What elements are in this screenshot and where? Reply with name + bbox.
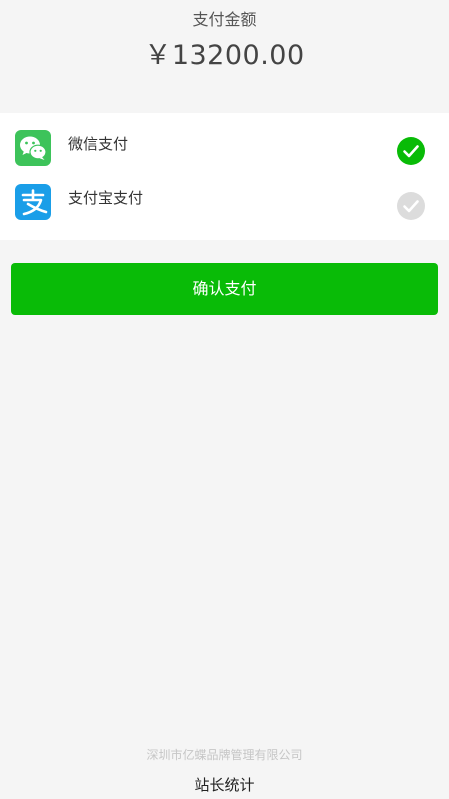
stats-link[interactable]: 站长统计 (0, 774, 449, 796)
confirm-pay-button[interactable]: 确认支付 (11, 263, 438, 315)
alipay-icon (15, 184, 51, 220)
company-name: 深圳市亿蝶品牌管理有限公司 (146, 748, 303, 762)
method-label-alipay: 支付宝支付 (68, 189, 144, 207)
amount-value: ￥13200.00 (144, 40, 305, 71)
check-selected-icon[interactable] (397, 137, 425, 165)
wechat-icon (15, 130, 51, 166)
payment-method-alipay[interactable]: 支付宝支付 (0, 179, 449, 233)
payment-method-list: 微信支付 支付宝支付 (0, 113, 449, 240)
check-unselected-icon[interactable] (397, 192, 425, 220)
method-label-wechat: 微信支付 (68, 135, 129, 153)
amount-label: 支付金额 (192, 10, 257, 29)
payment-method-wechat[interactable]: 微信支付 (0, 125, 449, 179)
amount-header: 支付金额 ￥13200.00 (0, 0, 449, 110)
